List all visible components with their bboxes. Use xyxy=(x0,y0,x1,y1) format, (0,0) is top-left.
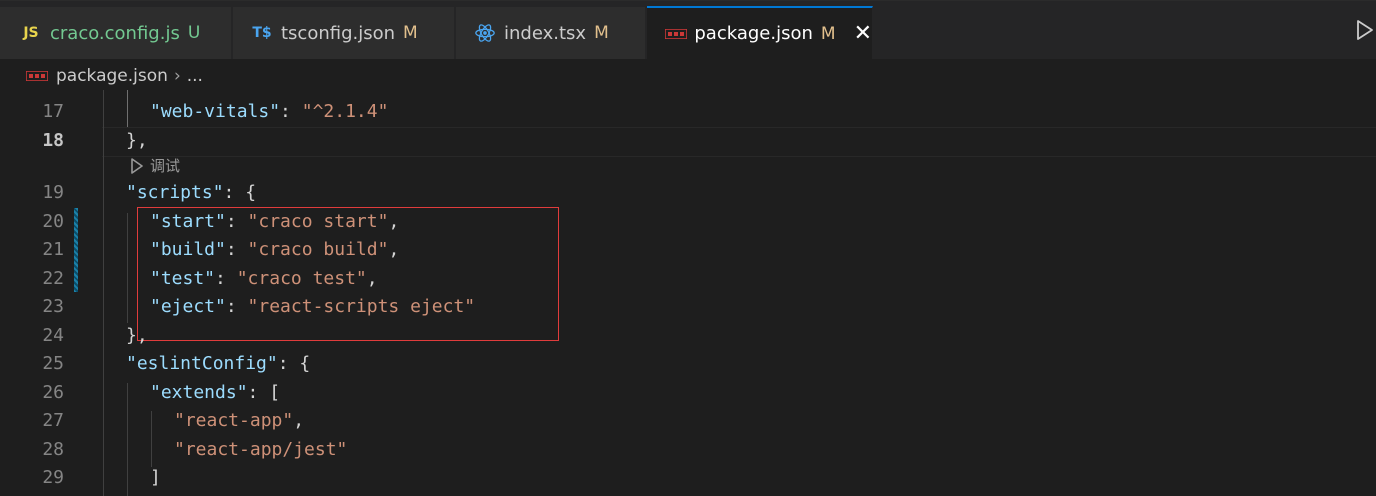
json-string: "^2.1.4" xyxy=(301,101,389,122)
code-line[interactable]: }, xyxy=(126,322,148,350)
json-punctuation: ] xyxy=(150,467,161,488)
current-line-highlight xyxy=(102,127,1376,157)
js-file-icon: JS xyxy=(23,25,39,41)
git-status-badge: U xyxy=(187,23,201,43)
json-punctuation: , xyxy=(388,211,400,232)
tab-index-tsx[interactable]: index.tsx M xyxy=(456,7,646,59)
json-punctuation: : xyxy=(225,211,248,232)
json-string: "craco build" xyxy=(247,239,389,260)
tab-label: package.json xyxy=(694,23,813,44)
npm-icon xyxy=(663,28,688,39)
json-string: "craco test" xyxy=(236,268,367,289)
breadcrumb-file[interactable]: package.json xyxy=(56,66,168,86)
code-line[interactable]: "eject": "react-scripts eject" xyxy=(150,293,475,321)
chevron-right-icon: › xyxy=(173,66,181,86)
line-number[interactable]: 18 xyxy=(0,127,64,155)
git-modified-marker[interactable] xyxy=(74,208,78,292)
tab-label: craco.config.js xyxy=(50,22,180,44)
json-punctuation: , xyxy=(366,268,378,289)
code-editor[interactable]: 调试 17 "web-vitals": "^2.1.4" 18}, 19 "script… xyxy=(0,90,1376,496)
json-punctuation: , xyxy=(293,410,305,431)
git-status-badge: M xyxy=(594,23,609,43)
line-number[interactable]: 29 xyxy=(0,464,64,492)
codelens-label: 调试 xyxy=(150,157,181,175)
json-punctuation: : xyxy=(280,101,302,122)
code-line[interactable]: "scripts": { xyxy=(126,179,256,207)
line-number[interactable]: 20 xyxy=(0,208,64,236)
react-icon xyxy=(472,22,498,44)
json-key: "eslintConfig" xyxy=(126,353,278,374)
json-key: "build" xyxy=(150,239,226,260)
run-icon[interactable] xyxy=(1356,19,1376,43)
indent-guide xyxy=(127,383,128,496)
tab-craco-config[interactable]: JS craco.config.js U xyxy=(0,7,232,59)
breadcrumb-symbol[interactable]: ... xyxy=(187,66,203,86)
line-number[interactable]: 25 xyxy=(0,350,64,378)
code-line[interactable]: "web-vitals": "^2.1.4" xyxy=(150,98,388,126)
json-key: "scripts" xyxy=(126,182,224,203)
code-line[interactable]: "extends": [ xyxy=(150,379,280,407)
tab-tsconfig[interactable]: T$ tsconfig.json M xyxy=(233,7,455,59)
line-number[interactable]: 17 xyxy=(0,98,64,126)
editor-tab-bar: JS craco.config.js U T$ tsconfig.json M … xyxy=(0,0,1376,59)
json-punctuation: : [ xyxy=(247,382,281,403)
line-number[interactable]: 28 xyxy=(0,436,64,464)
indent-guide xyxy=(103,90,104,496)
json-string: "react-app" xyxy=(174,410,294,431)
codelens-debug[interactable]: 调试 xyxy=(130,154,180,178)
typescript-config-icon: T$ xyxy=(252,25,272,41)
json-punctuation: : xyxy=(215,268,237,289)
json-key: "eject" xyxy=(150,296,226,317)
indent-guide xyxy=(127,213,128,323)
play-icon xyxy=(130,158,144,174)
npm-icon xyxy=(26,71,48,81)
code-line[interactable]: }, xyxy=(126,127,148,155)
code-line[interactable]: "test": "craco test", xyxy=(150,265,378,293)
json-punctuation: : xyxy=(225,296,248,317)
tab-label: index.tsx xyxy=(504,22,587,44)
json-punctuation: }, xyxy=(126,130,148,151)
line-number[interactable]: 21 xyxy=(0,236,64,264)
indent-guide-active xyxy=(127,90,128,127)
tab-label: tsconfig.json xyxy=(281,22,396,44)
line-number[interactable]: 22 xyxy=(0,265,64,293)
code-line[interactable]: "start": "craco start", xyxy=(150,208,399,236)
code-line[interactable]: "eslintConfig": { xyxy=(126,350,310,378)
indent-guide xyxy=(151,411,152,467)
line-number[interactable]: 24 xyxy=(0,322,64,350)
json-punctuation: , xyxy=(388,239,400,260)
breadcrumb: package.json › ... xyxy=(0,62,1376,90)
json-string: "react-scripts eject" xyxy=(247,296,476,317)
json-punctuation: : xyxy=(225,239,248,260)
close-icon[interactable]: ✕ xyxy=(854,22,872,45)
json-key: "extends" xyxy=(150,382,248,403)
code-line[interactable]: "build": "craco build", xyxy=(150,236,399,264)
tab-package-json[interactable]: package.json M ✕ xyxy=(647,6,873,59)
code-line[interactable]: ] xyxy=(150,464,161,492)
json-punctuation: }, xyxy=(126,325,148,346)
json-punctuation: : { xyxy=(277,353,311,374)
line-number[interactable]: 27 xyxy=(0,407,64,435)
json-punctuation: : { xyxy=(223,182,257,203)
json-string: "react-app/jest" xyxy=(174,439,348,460)
line-number[interactable]: 23 xyxy=(0,293,64,321)
json-key: "web-vitals" xyxy=(150,101,281,122)
git-status-badge: M xyxy=(403,23,418,43)
git-status-badge: M xyxy=(820,23,836,44)
code-line[interactable]: "react-app", xyxy=(174,407,304,435)
line-number[interactable]: 19 xyxy=(0,179,64,207)
json-key: "test" xyxy=(150,268,216,289)
json-string: "craco start" xyxy=(247,211,389,232)
line-number[interactable]: 26 xyxy=(0,379,64,407)
code-line[interactable]: "react-app/jest" xyxy=(174,436,347,464)
scrolled-line-fragment xyxy=(102,90,402,96)
json-key: "start" xyxy=(150,211,226,232)
